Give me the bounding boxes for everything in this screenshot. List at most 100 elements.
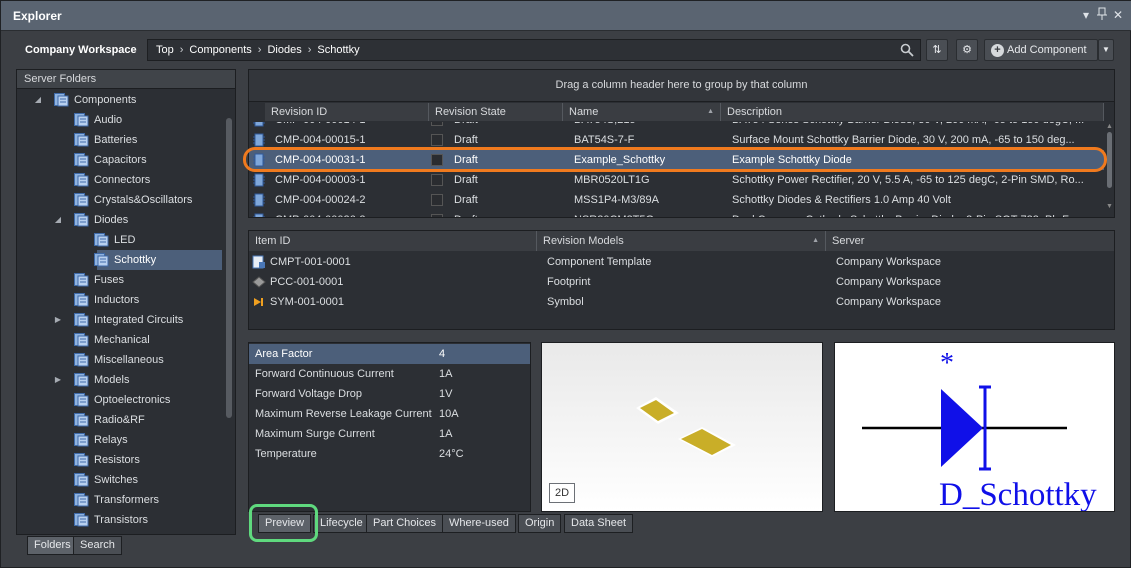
tab-data-sheet[interactable]: Data Sheet [564, 514, 634, 533]
tree-item-label: Transformers [94, 494, 159, 506]
cell-revision-state: Draft [454, 194, 478, 206]
search-icon[interactable] [900, 43, 914, 57]
breadcrumb-item[interactable]: Components [189, 44, 251, 56]
tab-lifecycle[interactable]: Lifecycle [313, 514, 370, 533]
settings-button[interactable]: ⚙ [956, 39, 978, 61]
tab-origin[interactable]: Origin [518, 514, 562, 533]
table-row[interactable]: CMP-004-00024-2 Draft MSS1P4-M3/89A Schottk… [249, 190, 1104, 210]
folder-icon [74, 433, 90, 447]
refresh-button[interactable]: ⇅ [926, 39, 948, 61]
parameter-row[interactable]: Forward Voltage Drop 1V [249, 384, 530, 404]
column-header-description[interactable]: Description [721, 103, 1104, 121]
tree-item-label: Audio [94, 114, 123, 126]
component-icon [253, 193, 265, 207]
folder-icon [74, 393, 90, 407]
close-icon[interactable]: ✕ [1110, 7, 1126, 23]
dropdown-icon[interactable]: ▾ [1078, 7, 1094, 23]
parameter-value: 24°C [439, 448, 464, 460]
tree-item-label: Connectors [94, 174, 151, 186]
breadcrumb-item[interactable]: Diodes [267, 44, 301, 56]
add-component-button[interactable]: + Add Component [984, 39, 1098, 61]
title-bar: Explorer ▾ ✕ [1, 1, 1131, 31]
column-header-name[interactable]: Name ▲ [563, 103, 721, 121]
table-row[interactable]: PCC-001-0001 Footprint Company Workspace [249, 272, 1114, 292]
tree-item-label: Integrated Circuits [94, 314, 184, 326]
footprint-3d-preview[interactable] [541, 342, 823, 512]
breadcrumb-item[interactable]: Schottky [317, 44, 359, 56]
parameter-name: Forward Voltage Drop [255, 388, 362, 400]
view-2d-button[interactable]: 2D [549, 483, 575, 503]
column-header-revision-models[interactable]: Revision Models ▲ [537, 231, 826, 251]
explorer-window: Explorer ▾ ✕ Company Workspace ▼ Top › Com… [0, 0, 1131, 568]
cell-item-id: CMPT-001-0001 [270, 256, 351, 268]
parameter-row[interactable]: Temperature 24°C [249, 444, 530, 464]
column-header-label: Revision Models [543, 235, 624, 247]
tab-folders[interactable]: Folders [27, 536, 78, 555]
parameter-row[interactable]: Maximum Surge Current 1A [249, 424, 530, 444]
tab-part-choices[interactable]: Part Choices [366, 514, 443, 533]
tree-item-label: Schottky [114, 254, 157, 266]
cell-revision-state: Draft [454, 122, 564, 130]
cell-description: Dual Common Cathode Schottky Barrier Dio… [732, 210, 1102, 217]
folder-icon [94, 233, 110, 247]
collapse-icon[interactable]: ◢ [53, 210, 63, 230]
cell-server: Company Workspace [836, 276, 941, 288]
workspace-selector[interactable]: Company Workspace ▼ [9, 37, 143, 81]
state-color-swatch [431, 174, 443, 186]
folder-icon [74, 333, 90, 347]
collapse-icon[interactable]: ◢ [33, 90, 43, 110]
plus-icon: + [991, 44, 1004, 57]
breadcrumb-item[interactable]: Top [156, 44, 174, 56]
scrollbar-thumb[interactable] [1107, 132, 1112, 188]
tree-item-label: Diodes [94, 214, 129, 226]
refresh-icon: ⇅ [932, 44, 942, 56]
parameter-row[interactable]: Area Factor 4 [249, 344, 530, 364]
cell-server: Company Workspace [836, 296, 941, 308]
chevron-right-icon: › [257, 44, 262, 56]
cell-revision-state: Draft [454, 210, 564, 217]
cell-description: BAT54 Series Schottky Barrier Diode, 30 … [732, 122, 1102, 130]
scroll-up-icon[interactable]: ▲ [1106, 123, 1113, 130]
parameter-name: Maximum Reverse Leakage Current [255, 408, 432, 420]
schottky-diode-symbol: * D_Schottky [862, 348, 1097, 513]
breadcrumb[interactable]: Top › Components › Diodes › Schottky [147, 39, 921, 61]
scroll-down-icon[interactable]: ▼ [1106, 203, 1113, 210]
preview-tab-highlight [249, 504, 318, 542]
parameter-row[interactable]: Maximum Reverse Leakage Current 10A [249, 404, 530, 424]
parameter-name: Forward Continuous Current [255, 368, 394, 380]
revision-models-grid: Item ID Revision Models ▲ Server CMPT-00… [248, 230, 1115, 330]
table-row[interactable]: CMPT-001-0001 Component Template Company W… [249, 252, 1114, 272]
add-component-dropdown[interactable]: ▼ [1098, 39, 1114, 61]
component-icon [253, 213, 265, 217]
column-header-revision-id[interactable]: Revision ID [265, 103, 429, 121]
cell-item-id: SYM-001-0001 [270, 296, 344, 308]
cell-name: MSS1P4-M3/89A [574, 194, 659, 206]
expand-icon[interactable]: ▶ [53, 370, 63, 390]
cell-revision-id: CMP-004-00024-2 [275, 194, 366, 206]
table-row[interactable]: CMP-004-00014-1 Draft BAT54S,215 BAT54 Seri… [249, 122, 1104, 130]
folder-icon [74, 193, 90, 207]
table-row[interactable]: CMP-004-00026-2 Draft NSR20CM3T5G Dual Comm… [249, 210, 1104, 217]
tree-item-label: Components [74, 94, 137, 106]
column-header-item-id[interactable]: Item ID [249, 231, 537, 251]
parameter-name: Temperature [255, 448, 317, 460]
symbol-preview[interactable]: * D_Schottky [834, 342, 1115, 513]
column-header-server[interactable]: Server [826, 231, 1114, 251]
folder-icon [74, 313, 90, 327]
expand-icon[interactable]: ▶ [53, 310, 63, 330]
scrollbar-thumb[interactable] [226, 118, 232, 418]
folder-icon [74, 473, 90, 487]
tab-where-used[interactable]: Where-used [442, 514, 516, 533]
tree-item-label: Batteries [94, 134, 138, 146]
parameter-row[interactable]: Forward Continuous Current 1A [249, 364, 530, 384]
symbol-designator: * [940, 348, 954, 379]
pin-icon[interactable] [1094, 7, 1110, 23]
column-header-revision-state[interactable]: Revision State [429, 103, 563, 121]
cell-name: MBR0520LT1G [574, 174, 650, 186]
tab-search[interactable]: Search [73, 536, 122, 555]
table-row[interactable]: SYM-001-0001 Symbol Company Workspace [249, 292, 1114, 312]
tree-item-label: Capacitors [94, 154, 147, 166]
parameter-value: 1V [439, 388, 453, 400]
tree-item-label: Crystals&Oscillators [94, 194, 193, 206]
table-row[interactable]: CMP-004-00003-1 Draft MBR0520LT1G Schottky … [249, 170, 1104, 190]
